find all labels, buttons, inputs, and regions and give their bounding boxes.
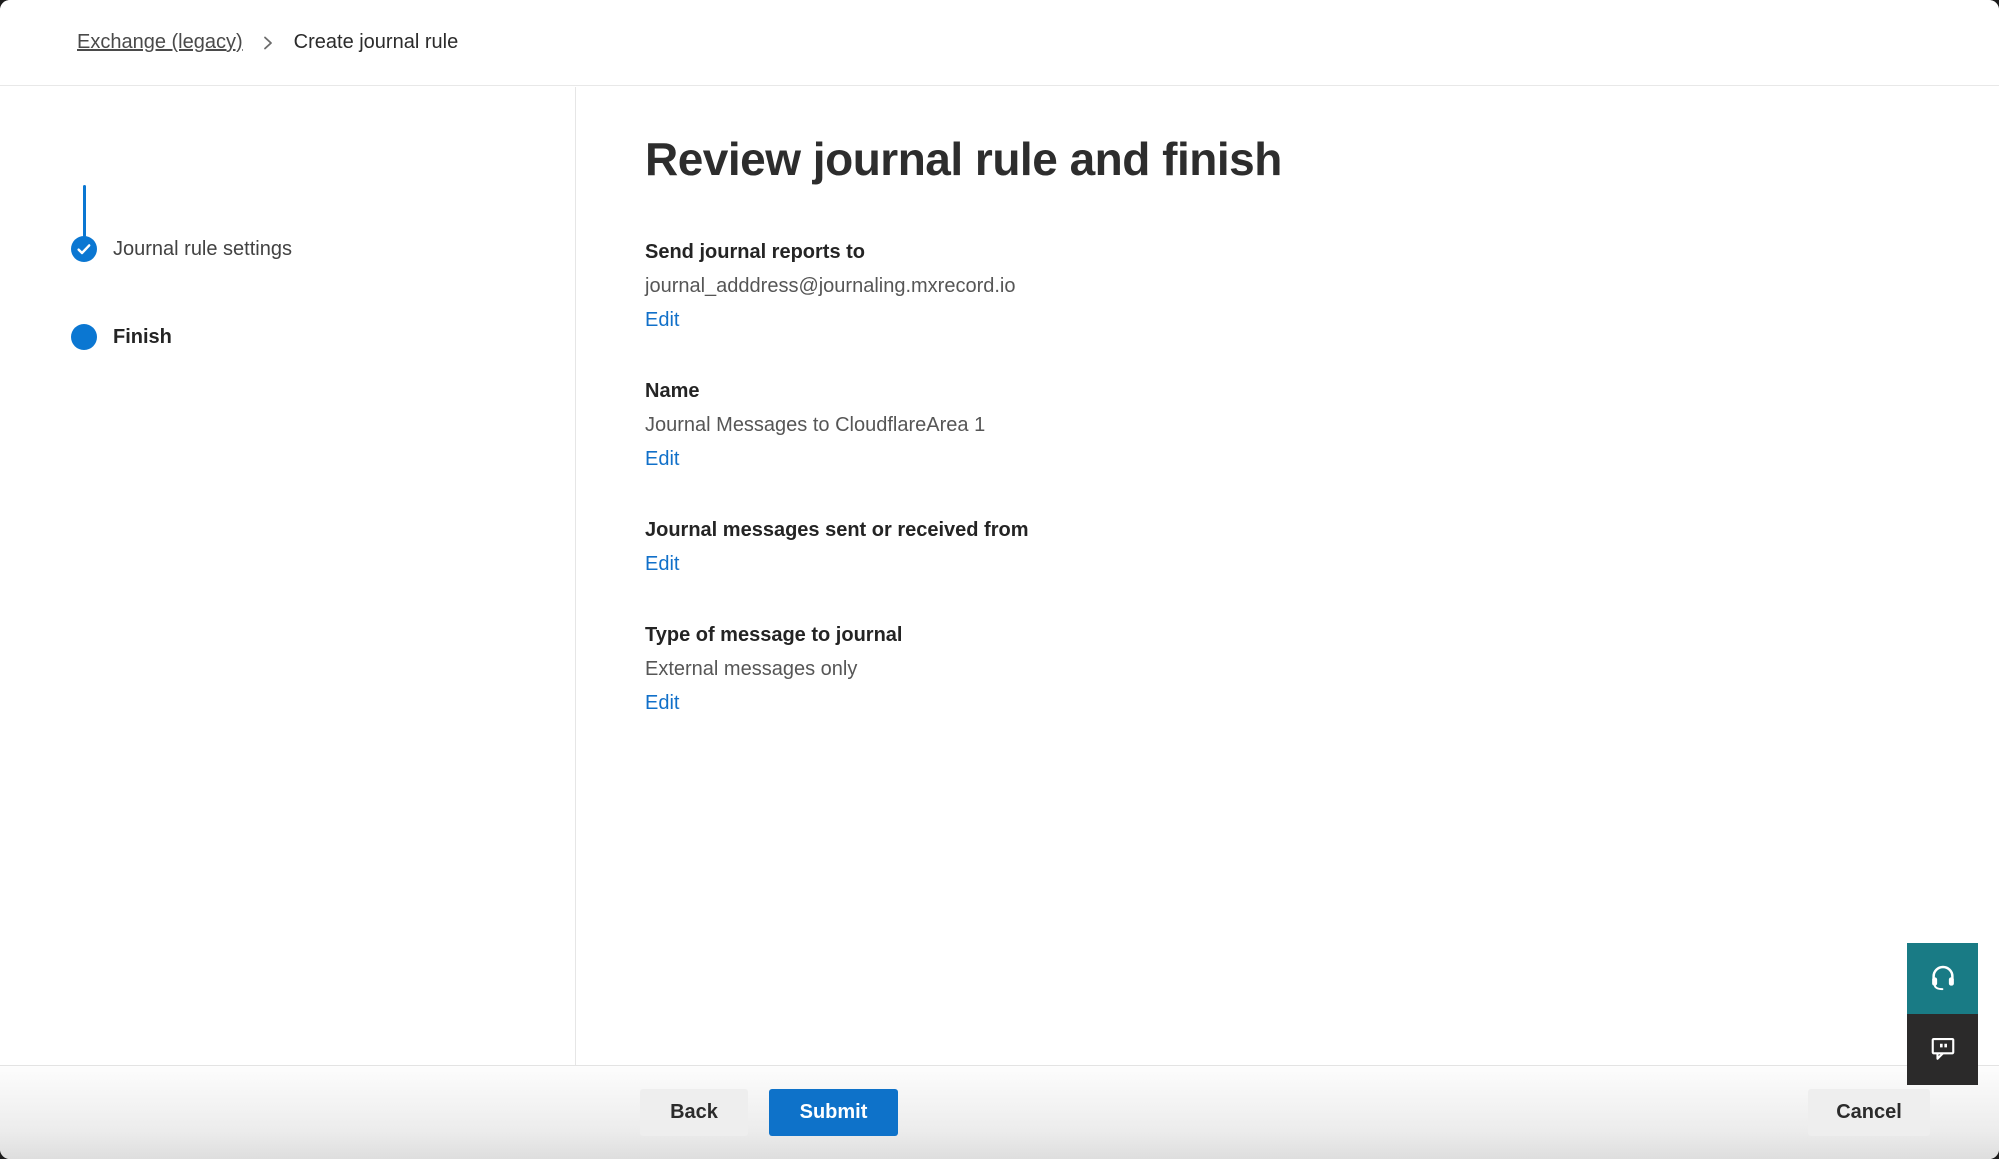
edit-name-link[interactable]: Edit — [645, 442, 679, 476]
step-completed-check-icon — [71, 236, 97, 262]
footer-left-buttons: Back Submit — [640, 1089, 898, 1136]
feedback-button[interactable] — [1907, 1014, 1978, 1085]
section-value: External messages only — [645, 652, 1999, 686]
headset-icon — [1928, 962, 1958, 995]
edit-journal-messages-link[interactable]: Edit — [645, 547, 679, 581]
section-value: journal_adddress@journaling.mxrecord.io — [645, 269, 1999, 303]
step-current-dot-icon — [71, 324, 97, 350]
chevron-right-icon — [262, 33, 275, 53]
review-section-send-journal-reports-to: Send journal reports to journal_adddress… — [645, 235, 1999, 337]
edit-send-journal-reports-link[interactable]: Edit — [645, 303, 679, 337]
review-section-journal-messages-sent-or-received: Journal messages sent or received from E… — [645, 513, 1999, 581]
wizard-step-label: Journal rule settings — [113, 238, 292, 261]
review-section-type-of-message: Type of message to journal External mess… — [645, 618, 1999, 720]
review-section-name: Name Journal Messages to CloudflareArea … — [645, 374, 1999, 476]
section-label: Type of message to journal — [645, 618, 1999, 652]
section-value: Journal Messages to CloudflareArea 1 — [645, 408, 1999, 442]
section-label: Journal messages sent or received from — [645, 513, 1999, 547]
submit-button[interactable]: Submit — [769, 1089, 898, 1136]
wizard-step-label: Finish — [113, 326, 172, 349]
wizard-step-journal-rule-settings[interactable]: Journal rule settings — [71, 236, 292, 262]
step-connector-line — [83, 185, 86, 237]
edit-type-of-message-link[interactable]: Edit — [645, 686, 679, 720]
create-journal-rule-window: Exchange (legacy) Create journal rule Jo… — [0, 0, 1999, 1159]
floating-side-buttons — [1907, 943, 1978, 1085]
page-title: Review journal rule and finish — [645, 131, 1999, 189]
back-button[interactable]: Back — [640, 1089, 748, 1136]
section-label: Send journal reports to — [645, 235, 1999, 269]
section-label: Name — [645, 374, 1999, 408]
wizard-steps-sidebar: Journal rule settings Finish — [0, 87, 576, 1065]
breadcrumb: Exchange (legacy) Create journal rule — [77, 31, 458, 54]
chat-bubble-icon — [1928, 1033, 1958, 1066]
cancel-button[interactable]: Cancel — [1808, 1089, 1930, 1136]
review-panel: Review journal rule and finish Send jour… — [576, 87, 1999, 1065]
help-button[interactable] — [1907, 943, 1978, 1014]
breadcrumb-create-journal-rule: Create journal rule — [294, 31, 459, 54]
breadcrumb-exchange-legacy[interactable]: Exchange (legacy) — [77, 31, 243, 54]
wizard-step-finish[interactable]: Finish — [71, 324, 172, 350]
breadcrumb-bar: Exchange (legacy) Create journal rule — [0, 0, 1999, 86]
wizard-action-bar: Back Submit Cancel — [0, 1065, 1999, 1159]
